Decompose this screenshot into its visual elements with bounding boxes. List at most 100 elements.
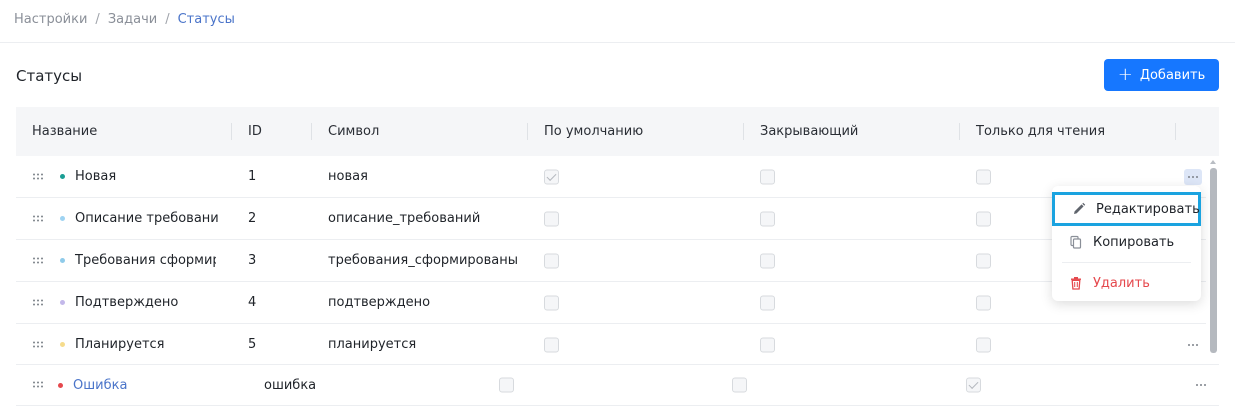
status-name-cell: Ошибка [58, 365, 208, 405]
readonly-checkbox[interactable] [976, 211, 991, 226]
breadcrumb: Настройки / Задачи / Статусы [14, 10, 235, 28]
menu-item-edit[interactable]: Редактировать [1052, 192, 1201, 226]
default-checkbox[interactable] [544, 253, 559, 268]
table-row[interactable]: Новая 1 новая [16, 156, 1206, 198]
status-name-cell: Требования сформированы [60, 240, 216, 281]
status-symbol: новая [328, 169, 368, 184]
status-symbol: подтверждено [328, 295, 431, 310]
column-header-readonly[interactable]: Только для чтения [976, 107, 1105, 156]
drag-handle-icon[interactable] [33, 381, 44, 389]
status-name: Требования сформированы [75, 253, 216, 268]
status-symbol: ошибка [264, 377, 317, 393]
status-name: Подтверждено [75, 295, 179, 310]
column-header-symbol[interactable]: Символ [328, 107, 379, 156]
status-symbol: описание_требований [328, 211, 481, 226]
readonly-checkbox[interactable] [976, 253, 991, 268]
drag-handle-icon[interactable] [33, 257, 44, 264]
status-color-dot [60, 342, 65, 347]
status-id: 5 [248, 337, 257, 352]
status-color-dot [60, 216, 65, 221]
table-header: Название ID Символ По умолчанию Закрываю… [16, 107, 1219, 156]
closing-checkbox[interactable] [760, 211, 775, 226]
status-name-cell: Подтверждено [60, 282, 220, 323]
status-symbol: требования_сформированы [328, 253, 519, 268]
default-checkbox[interactable] [544, 169, 559, 184]
column-header-closing[interactable]: Закрывающий [760, 107, 858, 156]
breadcrumb-separator: / [95, 11, 100, 27]
drag-handle-icon[interactable] [33, 215, 44, 222]
closing-checkbox[interactable] [760, 253, 775, 268]
closing-checkbox[interactable] [760, 337, 775, 352]
row-actions-button[interactable] [1184, 168, 1202, 185]
readonly-checkbox[interactable] [976, 169, 991, 184]
drag-handle-icon[interactable] [33, 341, 44, 348]
menu-item-delete[interactable]: Удалить [1052, 266, 1201, 300]
table-row[interactable]: Требования сформированы 3 требования_сфо… [16, 240, 1206, 282]
vertical-scrollbar[interactable] [1210, 168, 1217, 353]
column-divider [231, 123, 232, 140]
default-checkbox[interactable] [544, 211, 559, 226]
row-actions-button[interactable] [1184, 337, 1202, 353]
closing-checkbox[interactable] [760, 295, 775, 310]
copy-icon [1069, 235, 1083, 249]
column-divider [743, 123, 744, 140]
pencil-icon [1072, 202, 1086, 216]
menu-item-copy-label: Копировать [1093, 234, 1175, 250]
menu-item-edit-label: Редактировать [1096, 201, 1200, 217]
readonly-checkbox[interactable] [976, 337, 991, 352]
table-row[interactable]: Планируется 5 планируется [16, 324, 1206, 366]
status-name: Планируется [75, 337, 165, 352]
status-color-dot [60, 258, 65, 263]
closing-checkbox[interactable] [732, 377, 747, 393]
status-id: 1 [248, 169, 257, 184]
column-header-id[interactable]: ID [248, 107, 262, 156]
status-name-cell: Описание требований [60, 198, 218, 239]
status-name: Новая [75, 169, 117, 184]
status-name-cell: Новая [60, 156, 220, 197]
table-row[interactable]: Подтверждено 4 подтверждено [16, 282, 1206, 324]
plus-icon: + [1117, 64, 1133, 85]
menu-divider [1062, 262, 1191, 263]
table-row[interactable]: Описание требований 2 описание_требовани… [16, 198, 1206, 240]
menu-item-delete-label: Удалить [1093, 275, 1150, 291]
status-name-cell: Планируется [60, 324, 220, 365]
column-divider [959, 123, 960, 140]
page-title: Статусы [16, 67, 83, 85]
add-button[interactable]: + Добавить [1104, 59, 1219, 91]
breadcrumb-settings[interactable]: Настройки [14, 12, 87, 27]
readonly-checkbox[interactable] [966, 377, 981, 393]
breadcrumb-tasks[interactable]: Задачи [108, 12, 157, 27]
status-id: 2 [248, 211, 257, 226]
column-header-name[interactable]: Название [32, 107, 97, 156]
top-divider [0, 42, 1235, 43]
status-symbol: планируется [328, 337, 417, 352]
status-color-dot [58, 382, 63, 388]
column-divider [1175, 123, 1176, 140]
breadcrumb-statuses: Статусы [177, 11, 235, 27]
status-name: Ошибка [73, 377, 128, 393]
readonly-checkbox[interactable] [976, 295, 991, 310]
status-id: 4 [248, 295, 257, 310]
trash-icon [1069, 276, 1083, 290]
dragged-row[interactable]: Ошибка ошибка [16, 364, 1219, 406]
default-checkbox[interactable] [544, 295, 559, 310]
closing-checkbox[interactable] [760, 169, 775, 184]
status-id: 3 [248, 253, 257, 268]
breadcrumb-separator: / [165, 11, 170, 27]
default-checkbox[interactable] [499, 377, 514, 393]
statuses-table: Название ID Символ По умолчанию Закрываю… [16, 107, 1219, 366]
column-divider [527, 123, 528, 140]
scroll-up-arrow-icon[interactable] [1210, 160, 1216, 164]
row-context-menu: Редактировать Копировать Удалить [1052, 186, 1201, 301]
status-name: Описание требований [75, 211, 218, 226]
drag-handle-icon[interactable] [33, 299, 44, 306]
status-color-dot [60, 300, 65, 305]
drag-handle-icon[interactable] [33, 173, 44, 180]
column-divider [311, 123, 312, 140]
column-header-default[interactable]: По умолчанию [544, 107, 643, 156]
default-checkbox[interactable] [544, 337, 559, 352]
add-button-label: Добавить [1139, 67, 1206, 83]
status-color-dot [60, 174, 65, 179]
menu-item-copy[interactable]: Копировать [1052, 225, 1201, 259]
row-actions-button[interactable] [1192, 377, 1210, 393]
